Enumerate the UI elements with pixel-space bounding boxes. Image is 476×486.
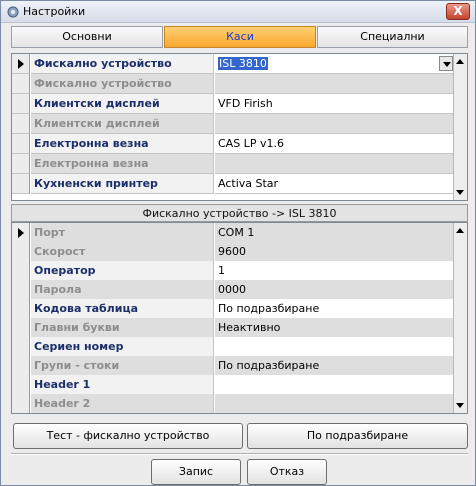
device-value[interactable]: CAS LP v1.6 — [215, 134, 453, 154]
row-selector[interactable] — [12, 154, 30, 174]
properties-scrollbar[interactable] — [453, 223, 467, 413]
property-row[interactable]: Порт COM 1 — [12, 223, 453, 243]
device-value[interactable]: ISL 3810 — [215, 54, 453, 74]
row-selector[interactable] — [12, 114, 30, 134]
window-title: Настройки — [23, 5, 86, 18]
property-value[interactable]: 0000 — [215, 280, 453, 300]
property-value[interactable]: 9600 — [215, 242, 453, 262]
device-row: Клиентски дисплей — [12, 114, 453, 134]
devices-scrollbar[interactable] — [453, 54, 467, 200]
property-value[interactable] — [215, 375, 453, 395]
property-row[interactable]: Header 2 — [12, 394, 453, 413]
property-value[interactable]: Неактивно — [215, 318, 453, 338]
property-name: Сериен номер — [31, 337, 214, 357]
row-selector[interactable] — [12, 318, 30, 338]
device-name: Клиентски дисплей — [31, 94, 214, 114]
property-name: Главни букви — [31, 318, 214, 338]
tab-basic[interactable]: Основни — [11, 26, 163, 48]
device-value[interactable]: VFD Firish — [215, 94, 453, 114]
device-name: Кухненски принтер — [31, 174, 214, 194]
property-value[interactable]: 1 — [215, 261, 453, 281]
device-dropdown-button[interactable] — [439, 56, 453, 71]
property-name: Порт — [31, 223, 214, 243]
tab-registers[interactable]: Каси — [164, 26, 316, 48]
row-selector[interactable] — [12, 242, 30, 262]
tab-bar: Основни Каси Специални — [11, 26, 468, 48]
property-row[interactable]: Скорост 9600 — [12, 242, 453, 262]
row-selector[interactable] — [12, 356, 30, 376]
tab-special[interactable]: Специални — [317, 26, 468, 48]
row-selector[interactable] — [12, 223, 30, 243]
properties-grid: Порт COM 1 Скорост 9600 Оператор 1 Парол… — [11, 222, 468, 414]
settings-window: Настройки X Основни Каси Специални Фиска… — [0, 0, 476, 486]
current-row-icon — [18, 228, 24, 238]
device-value — [215, 74, 453, 94]
chevron-down-icon — [443, 62, 451, 67]
row-selector[interactable] — [12, 280, 30, 300]
property-row[interactable]: Header 1 — [12, 375, 453, 395]
row-selector[interactable] — [12, 94, 30, 114]
property-name: Скорост — [31, 242, 214, 262]
property-value[interactable]: COM 1 — [215, 223, 453, 243]
save-button[interactable]: Запис — [151, 459, 241, 485]
scroll-up-icon[interactable] — [456, 228, 464, 233]
property-row[interactable]: Кодова таблица По подразбиране — [12, 299, 453, 319]
device-name: Клиентски дисплей — [31, 114, 214, 134]
scroll-down-icon[interactable] — [456, 190, 464, 195]
property-value[interactable]: По подразбиране — [215, 299, 453, 319]
separator — [11, 453, 468, 455]
row-selector[interactable] — [12, 54, 30, 74]
test-fiscal-device-button[interactable]: Тест - фискално устройство — [13, 423, 243, 449]
device-row: Електронна везна — [12, 154, 453, 174]
device-name: Електронна везна — [31, 134, 214, 154]
device-row[interactable]: Електронна везна CAS LP v1.6 — [12, 134, 453, 154]
row-selector[interactable] — [12, 299, 30, 319]
property-row[interactable]: Главни букви Неактивно — [12, 318, 453, 338]
device-name: Фискално устройство — [31, 54, 214, 74]
property-value[interactable] — [215, 394, 453, 413]
current-row-icon — [18, 59, 24, 69]
device-value — [215, 114, 453, 134]
device-name: Фискално устройство — [31, 74, 214, 94]
device-row[interactable]: Кухненски принтер Activa Star — [12, 174, 453, 194]
cancel-button[interactable]: Отказ — [247, 459, 327, 485]
row-selector[interactable] — [12, 74, 30, 94]
device-value — [215, 154, 453, 174]
property-value[interactable]: По подразбиране — [215, 356, 453, 376]
title-bar: Настройки X — [1, 1, 475, 23]
row-selector[interactable] — [12, 261, 30, 281]
device-row[interactable]: Фискално устройство ISL 3810 — [12, 54, 453, 74]
property-name: Оператор — [31, 261, 214, 281]
property-row[interactable]: Оператор 1 — [12, 261, 453, 281]
device-name: Електронна везна — [31, 154, 214, 174]
property-row[interactable]: Парола 0000 — [12, 280, 453, 300]
section-header: Фискално устройство -> ISL 3810 — [11, 204, 468, 222]
row-selector[interactable] — [12, 337, 30, 357]
device-row: Фискално устройство — [12, 74, 453, 94]
restore-defaults-button[interactable]: По подразбиране — [247, 423, 468, 449]
property-value[interactable] — [215, 337, 453, 357]
scroll-down-icon[interactable] — [456, 403, 464, 408]
property-name: Header 1 — [31, 375, 214, 395]
row-selector[interactable] — [12, 375, 30, 395]
property-name: Кодова таблица — [31, 299, 214, 319]
device-value[interactable]: Activa Star — [215, 174, 453, 194]
property-name: Header 2 — [31, 394, 214, 413]
close-button[interactable]: X — [446, 3, 470, 20]
row-selector[interactable] — [12, 394, 30, 413]
row-selector[interactable] — [12, 134, 30, 154]
property-row[interactable]: Групи - стоки По подразбиране — [12, 356, 453, 376]
device-row[interactable]: Клиентски дисплей VFD Firish — [12, 94, 453, 114]
property-row[interactable]: Сериен номер — [12, 337, 453, 357]
property-name: Парола — [31, 280, 214, 300]
settings-gear-icon — [7, 6, 19, 18]
devices-grid: Фискално устройство ISL 3810 Фискално ус… — [11, 53, 468, 201]
property-name: Групи - стоки — [31, 356, 214, 376]
row-selector[interactable] — [12, 174, 30, 194]
selected-value[interactable]: ISL 3810 — [218, 57, 268, 70]
scroll-up-icon[interactable] — [456, 59, 464, 64]
